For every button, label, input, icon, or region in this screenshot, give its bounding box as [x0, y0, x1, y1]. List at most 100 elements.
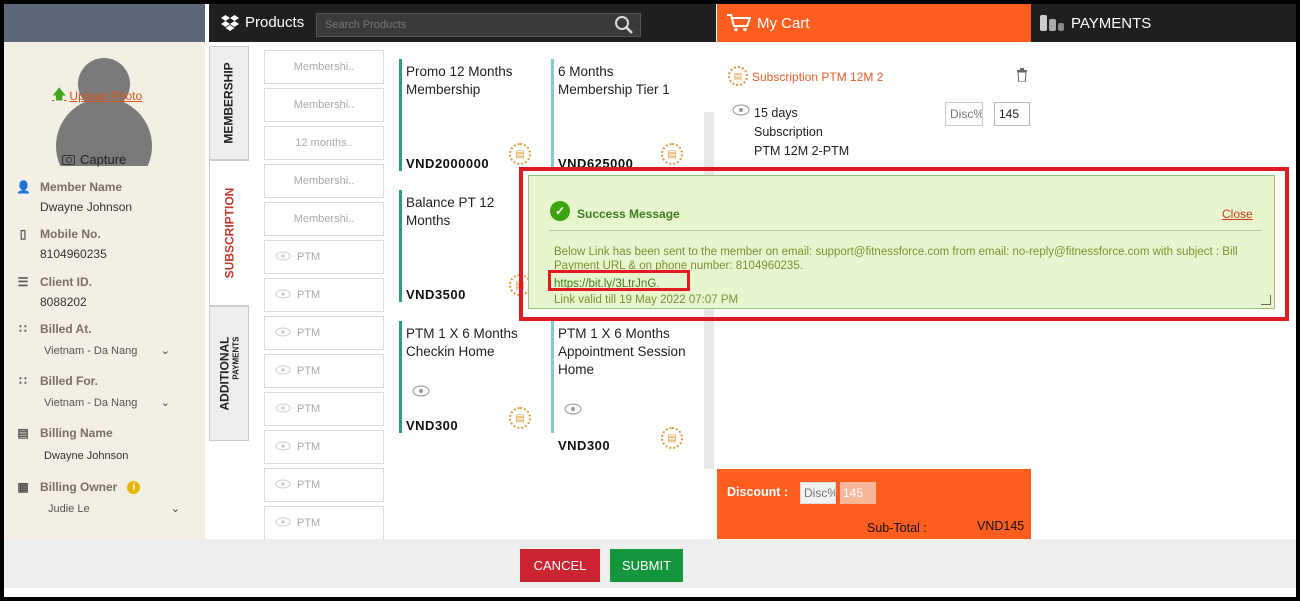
billed-at-field: ∷ Billed At. Vietnam - Da Nang ⌄: [16, 322, 196, 357]
link-validity: Link valid till 19 May 2022 07:07 PM: [554, 294, 739, 306]
product-card[interactable]: Promo 12 Months Membership VND2000000 ▤: [399, 59, 535, 171]
item-amount-input[interactable]: [994, 102, 1030, 126]
payments-header: PAYMENTS: [1031, 4, 1296, 42]
category-item[interactable]: PTM: [264, 468, 384, 502]
subtotal-value: VND145: [977, 519, 1025, 533]
product-name: PTM 1 X 6 Months Appointment Session Hom…: [558, 326, 686, 377]
cart-item-description: 15 days Subscription PTM 12M 2-PTM: [754, 106, 850, 158]
success-check-icon: ✓: [550, 201, 570, 221]
chevron-down-icon: ⌄: [170, 503, 180, 515]
category-item[interactable]: PTM: [264, 316, 384, 350]
eye-icon[interactable]: [412, 385, 430, 400]
cart-title: My Cart: [757, 14, 810, 32]
category-item[interactable]: PTM: [264, 240, 384, 274]
mobile-value: 8104960235: [40, 247, 107, 261]
member-name-field: 👤 Member Name Dwayne Johnson: [16, 180, 196, 214]
product-price: VND300: [558, 438, 611, 453]
category-item[interactable]: Membershi..: [264, 164, 384, 198]
submit-button[interactable]: SUBMIT: [610, 549, 683, 582]
member-name-value: Dwayne Johnson: [40, 200, 133, 214]
tab-membership[interactable]: MEMBERSHIP: [209, 46, 249, 160]
chevron-down-icon: ⌄: [160, 397, 170, 409]
billed-at-select[interactable]: Vietnam - Da Nang ⌄: [16, 344, 196, 358]
search-products-input[interactable]: [316, 13, 641, 37]
category-item[interactable]: PTM: [264, 392, 384, 426]
discount-amount: 145: [840, 482, 876, 504]
product-name: Balance PT 12 Months: [406, 195, 495, 228]
add-to-cart-icon[interactable]: ▤: [661, 427, 683, 449]
resize-handle[interactable]: [1261, 295, 1271, 305]
discount-label: Discount :: [727, 485, 789, 499]
info-icon[interactable]: i: [127, 480, 141, 494]
success-body: Below Link has been sent to the member o…: [554, 246, 1238, 272]
category-item[interactable]: PTM: [264, 430, 384, 464]
billed-for-field: ∷ Billed For. Vietnam - Da Nang ⌄: [16, 374, 196, 409]
capture-button[interactable]: Capture: [62, 152, 126, 167]
add-to-cart-icon[interactable]: ▤: [509, 407, 531, 429]
payments-title: PAYMENTS: [1071, 14, 1152, 32]
product-price: VND300: [406, 418, 459, 433]
person-icon: 👤: [16, 180, 31, 194]
product-card[interactable]: PTM 1 X 6 Months Appointment Session Hom…: [551, 321, 687, 433]
category-item[interactable]: PTM: [264, 354, 384, 388]
cart-item-name[interactable]: Subscription PTM 12M 2: [752, 70, 883, 84]
product-card[interactable]: Balance PT 12 Months VND3500 ▤: [399, 190, 535, 302]
upload-photo-link[interactable]: 🡅 Upload Photo: [52, 84, 142, 108]
eye-icon[interactable]: [564, 403, 582, 418]
link-highlight-frame: [548, 270, 690, 291]
id-card-icon: ☰: [17, 275, 29, 289]
category-item[interactable]: Membershi..: [264, 50, 384, 84]
product-card[interactable]: 6 Months Membership Tier 1 VND625000 ▤: [551, 59, 687, 171]
billing-owner-field: ▦ Billing Owner i Judie Le ⌄: [16, 480, 196, 515]
avatar: [56, 58, 152, 166]
product-card[interactable]: PTM 1 X 6 Months Checkin Home VND300 ▤: [399, 321, 535, 433]
eye-icon: [275, 289, 291, 302]
category-list: Membershi.. Membershi.. 12 months.. Memb…: [264, 50, 384, 540]
mobile-icon: ▯: [19, 227, 27, 241]
eye-icon: [275, 517, 291, 530]
category-item[interactable]: PTM: [264, 506, 384, 540]
add-to-cart-icon[interactable]: ▤: [661, 143, 683, 165]
category-item[interactable]: 12 months..: [264, 126, 384, 160]
upload-photo-label: Upload Photo: [69, 89, 143, 103]
cart-item-icon: ▤: [728, 66, 748, 86]
cart-footer: Discount : 145 Sub-Total : VND145: [717, 469, 1031, 539]
product-price: VND3500: [406, 287, 466, 302]
dropbox-box-icon: [221, 14, 239, 31]
item-discount-input[interactable]: [945, 102, 983, 126]
category-item[interactable]: Membershi..: [264, 202, 384, 236]
capture-label: Capture: [80, 152, 127, 167]
cart-icon: [727, 14, 751, 32]
products-header: Products: [209, 4, 716, 42]
eye-icon: [275, 403, 291, 416]
success-title: Success Message: [577, 207, 680, 221]
eye-icon[interactable]: [732, 104, 750, 119]
cancel-button[interactable]: CANCEL: [520, 549, 600, 582]
tab-additional-payments[interactable]: ADDITIONAL PAYMENTS: [209, 306, 249, 441]
coins-icon: [1040, 15, 1064, 31]
grid-dots-icon: ∷: [19, 322, 27, 336]
category-item[interactable]: PTM: [264, 278, 384, 312]
category-item[interactable]: Membershi..: [264, 88, 384, 122]
eye-icon: [275, 327, 291, 340]
search-icon[interactable]: [614, 15, 634, 35]
eye-icon: [275, 479, 291, 492]
billing-owner-select[interactable]: Judie Le ⌄: [16, 502, 196, 516]
close-link[interactable]: Close: [1222, 207, 1253, 221]
product-tabs: MEMBERSHIP SUBSCRIPTION ADDITIONAL PAYMEN…: [209, 42, 249, 539]
eye-icon: [275, 441, 291, 454]
eye-icon: [275, 251, 291, 264]
chevron-down-icon: ⌄: [160, 345, 170, 357]
footer-strip: [4, 588, 1296, 597]
discount-input[interactable]: [800, 482, 836, 504]
billed-for-select[interactable]: Vietnam - Da Nang ⌄: [16, 396, 196, 410]
grid-dots-icon: ∷: [19, 374, 27, 388]
client-id-value: 8088202: [40, 295, 87, 309]
subtotal-label: Sub-Total :: [867, 521, 927, 535]
tab-subscription[interactable]: SUBSCRIPTION: [209, 160, 249, 306]
add-to-cart-icon[interactable]: ▤: [509, 143, 531, 165]
document-icon: ▤: [17, 426, 29, 440]
calendar-icon: ▦: [17, 480, 29, 494]
trash-icon[interactable]: [1016, 68, 1028, 85]
product-price: VND2000000: [406, 156, 490, 171]
